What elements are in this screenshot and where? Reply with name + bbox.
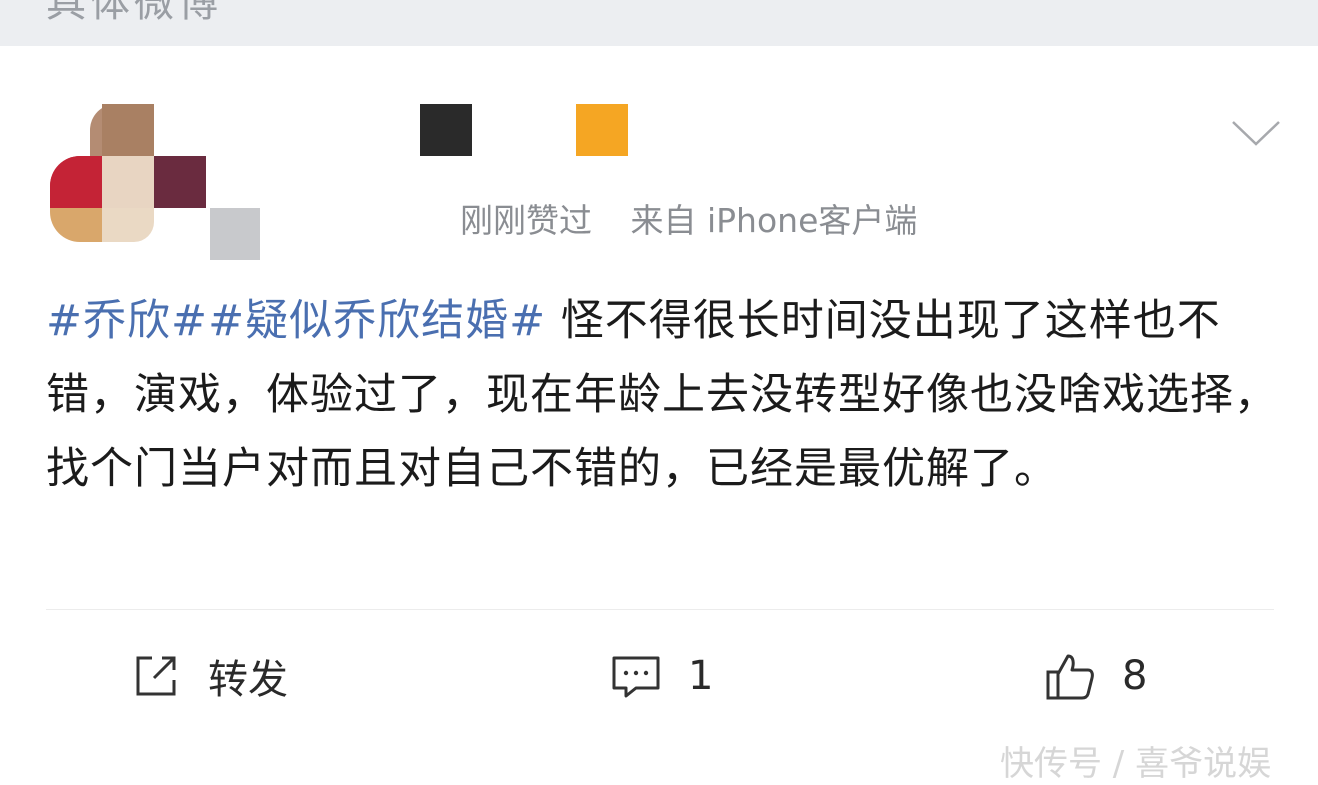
repost-label: 转发 [208,657,288,703]
avatar-mosaic-tile [50,208,102,242]
top-cut-text: 具体微博 [46,0,222,26]
username-mosaic-block-dark [420,104,472,156]
comment-button[interactable]: 1 [610,646,713,706]
like-button[interactable]: 8 [1044,646,1147,706]
avatar-mosaic-tile [102,104,154,156]
avatar-mosaic-tile [50,156,102,208]
avatar-mosaic-tile [154,156,206,208]
divider [46,609,1274,610]
source-label: 来自 iPhone客户端 [630,201,918,240]
avatar-mosaic-tile [102,156,154,208]
thumbs-up-icon [1046,654,1094,700]
username-mosaic-block-orange [576,104,628,156]
chevron-down-icon[interactable] [1230,118,1282,150]
comment-icon [612,656,660,698]
liked-label: 刚刚赞过 [460,201,592,240]
watermark: 快传号 / 喜爷说娱 [1000,744,1272,784]
weibo-post-card: 刚刚赞过 来自 iPhone客户端 #乔欣##疑似乔欣结婚# 怪不得很长时间没出… [0,46,1318,784]
hashtag-link[interactable]: #疑似乔欣结婚# [208,296,546,346]
post-meta: 刚刚赞过 来自 iPhone客户端 [460,194,945,240]
like-count: 8 [1122,653,1148,699]
top-strip: 具体微博 [0,0,1318,46]
avatar-mosaic-tile [210,208,260,260]
avatar-mosaic-tile [102,208,154,242]
repost-icon [136,656,176,696]
hashtag-link[interactable]: #乔欣# [46,296,208,346]
avatar[interactable] [50,104,260,264]
comment-count: 1 [688,653,714,699]
repost-button[interactable]: 转发 [130,646,288,706]
post-text: #乔欣##疑似乔欣结婚# 怪不得很长时间没出现了这样也不错，演戏，体验过了，现在… [46,284,1286,506]
